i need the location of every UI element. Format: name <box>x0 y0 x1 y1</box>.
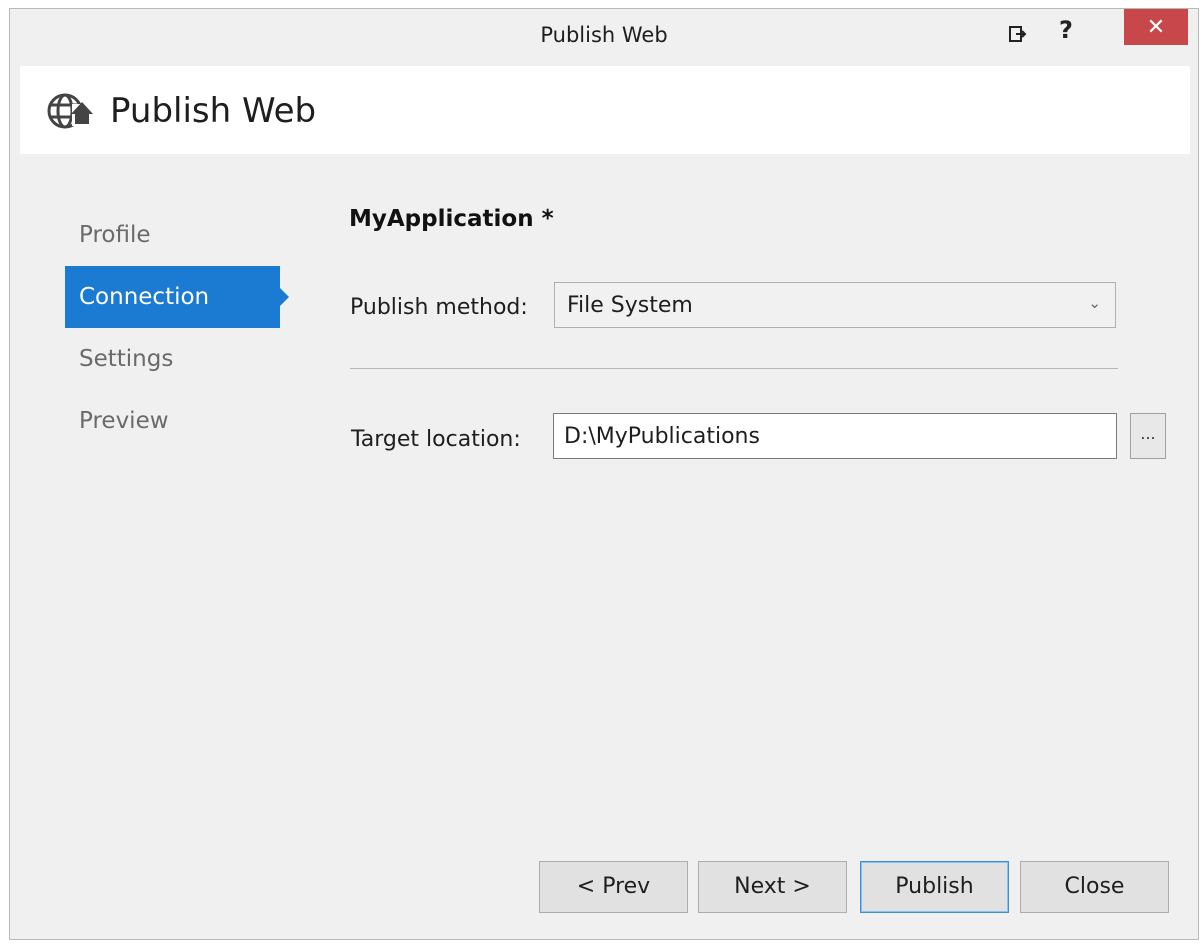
nav-item-preview[interactable]: Preview <box>65 390 280 452</box>
publish-method-label: Publish method: <box>350 295 528 320</box>
chevron-down-icon: ⌄ <box>1088 294 1101 312</box>
nav-item-profile[interactable]: Profile <box>65 204 280 266</box>
next-button[interactable]: Next > <box>698 861 847 913</box>
help-button[interactable]: ? <box>1046 15 1086 45</box>
publish-method-value: File System <box>567 292 693 318</box>
divider <box>350 368 1118 369</box>
publish-button[interactable]: Publish <box>860 861 1009 913</box>
title-bar[interactable]: Publish Web ? ✕ <box>10 9 1198 65</box>
profile-name: MyApplication * <box>349 206 554 232</box>
nav-item-settings[interactable]: Settings <box>65 328 280 390</box>
browse-button[interactable]: ... <box>1130 413 1166 459</box>
target-location-label: Target location: <box>351 427 521 452</box>
restore-icon[interactable] <box>998 19 1038 49</box>
publish-web-dialog: Publish Web ? ✕ Publish Web Profile Conn… <box>9 8 1199 940</box>
header-banner: Publish Web <box>20 66 1190 154</box>
close-window-button[interactable]: ✕ <box>1124 9 1188 45</box>
prev-button[interactable]: < Prev <box>539 861 688 913</box>
target-location-input[interactable] <box>553 413 1117 459</box>
globe-upload-icon <box>47 93 94 129</box>
close-button[interactable]: Close <box>1020 861 1169 913</box>
wizard-steps-nav: Profile Connection Settings Preview <box>65 204 295 452</box>
header-title: Publish Web <box>110 91 317 131</box>
publish-method-select[interactable]: File System ⌄ <box>554 282 1116 328</box>
nav-item-connection[interactable]: Connection <box>65 266 289 328</box>
